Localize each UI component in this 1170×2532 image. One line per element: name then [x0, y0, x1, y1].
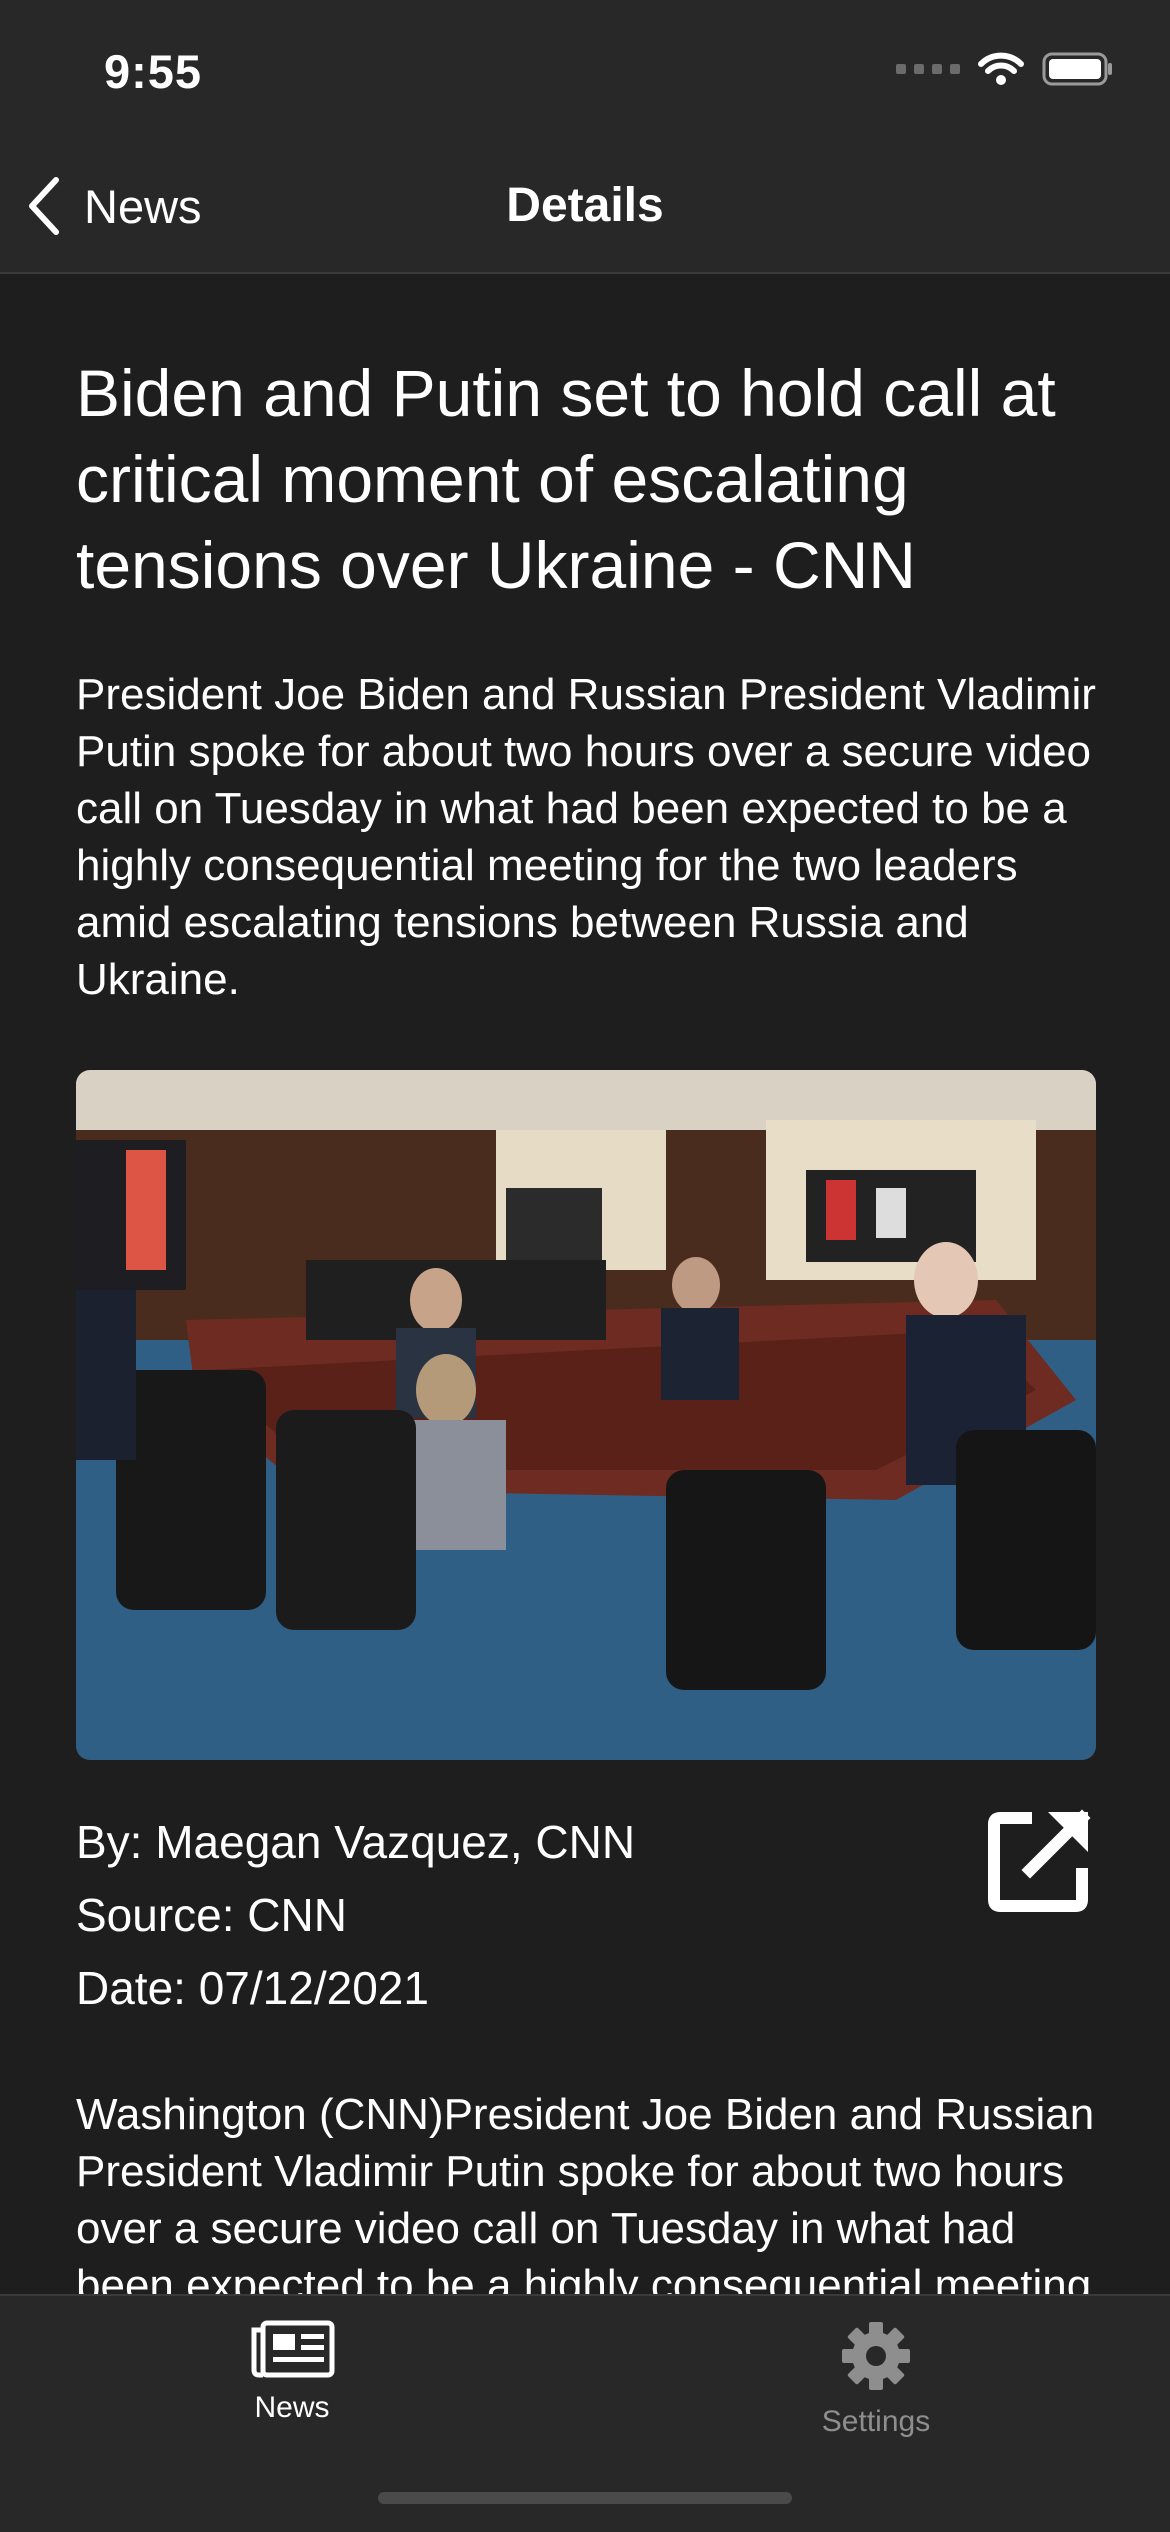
article-date: Date: 07/12/2021	[76, 1962, 429, 2014]
article-photo	[76, 1070, 1096, 1760]
gear-icon	[842, 2322, 910, 2390]
open-external-icon	[988, 1809, 1091, 1912]
tab-news[interactable]: News	[142, 2320, 442, 2425]
cellular-signal-icon	[896, 64, 960, 74]
article-meta: By: Maegan Vazquez, CNN Source: CNN Date…	[76, 1806, 635, 2025]
article-body: Washington (CNN)President Joe Biden and …	[76, 2090, 1095, 2294]
article-scroll-view[interactable]: Biden and Putin set to hold call at crit…	[0, 276, 1170, 2294]
status-time: 9:55	[104, 45, 203, 98]
screen: 9:55 News Details Biden and Putin set to…	[0, 0, 1170, 2532]
tab-settings[interactable]: Settings	[726, 2320, 1026, 2439]
open-in-browser-button[interactable]	[986, 1804, 1096, 1914]
article-summary: President Joe Biden and Russian Presiden…	[76, 670, 1096, 1004]
status-icons	[896, 52, 1114, 86]
page-title: Details	[506, 179, 664, 232]
wifi-icon	[978, 52, 1024, 85]
newspaper-icon	[251, 2320, 335, 2378]
article-source: Source: CNN	[76, 1889, 347, 1941]
top-bar: 9:55 News Details	[0, 0, 1170, 274]
tab-news-label: News	[254, 2391, 330, 2424]
article-headline: Biden and Putin set to hold call at crit…	[76, 356, 1056, 602]
battery-icon	[1042, 52, 1112, 86]
home-indicator	[378, 2492, 792, 2504]
article-author: By: Maegan Vazquez, CNN	[76, 1816, 636, 1868]
tab-settings-label: Settings	[821, 2405, 931, 2438]
